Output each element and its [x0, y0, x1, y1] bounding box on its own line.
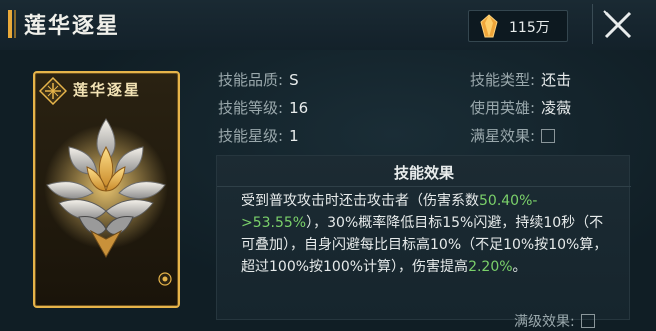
effect-title: 技能效果: [393, 164, 454, 182]
hero-label: 使用英雄:: [470, 99, 536, 117]
skill-level-row: 技能等级: 16: [218, 97, 308, 118]
skill-effect-box: 技能效果 受到普攻攻击时还击攻击者（伤害系数50.40%->53.55%），30…: [216, 155, 631, 320]
skill-star-value: 1: [289, 127, 299, 145]
title-accent-thin: [14, 10, 16, 38]
effect-divider: [217, 186, 631, 187]
skill-type-row: 技能类型: 还击: [470, 69, 571, 90]
max-level-row: 满级效果:: [514, 311, 595, 331]
effect-description: 受到普攻攻击时还击攻击者（伤害系数50.40%->53.55%），30%概率降低…: [241, 190, 611, 278]
currency-amount: 115万: [509, 20, 550, 36]
skill-level-value: 16: [289, 99, 309, 117]
skill-emblem-icon: [39, 77, 67, 105]
full-star-checkbox[interactable]: [541, 129, 556, 143]
skill-level-label: 技能等级:: [218, 99, 284, 117]
skill-star-label: 技能星级:: [218, 127, 284, 145]
title-accent: [8, 10, 12, 38]
full-star-label: 满星效果:: [470, 127, 536, 145]
skill-card[interactable]: 莲华逐星: [33, 71, 180, 308]
skill-type-label: 技能类型:: [470, 71, 536, 89]
skill-quality-value: S: [289, 71, 299, 89]
hero-row: 使用英雄: 凌薇: [470, 97, 571, 118]
currency-display[interactable]: 115万: [468, 10, 568, 42]
skill-quality-row: 技能品质: S: [218, 69, 299, 90]
full-star-row: 满星效果:: [470, 125, 556, 146]
close-button[interactable]: [580, 0, 656, 50]
header-bar: 莲华逐星 115万: [0, 0, 656, 51]
effect-text-part3: 。: [512, 259, 527, 275]
corner-badge-icon: [158, 272, 172, 286]
page-title: 莲华逐星: [24, 14, 121, 39]
crystal-gem-icon: [480, 14, 498, 38]
max-level-label: 满级效果:: [514, 314, 575, 330]
effect-text-part1: 受到普攻攻击时还击攻击者（伤害系数: [241, 193, 479, 209]
skill-card-name: 莲华逐星: [73, 81, 142, 99]
effect-damage-bonus: 2.20%: [468, 259, 513, 275]
hero-value: 凌薇: [541, 99, 572, 117]
max-level-checkbox[interactable]: [580, 314, 595, 328]
skill-quality-label: 技能品质:: [218, 71, 284, 89]
skill-star-row: 技能星级: 1: [218, 125, 299, 146]
close-button-frame: [592, 4, 645, 44]
skill-type-value: 还击: [541, 71, 572, 89]
golden-lotus-icon: [44, 118, 168, 259]
